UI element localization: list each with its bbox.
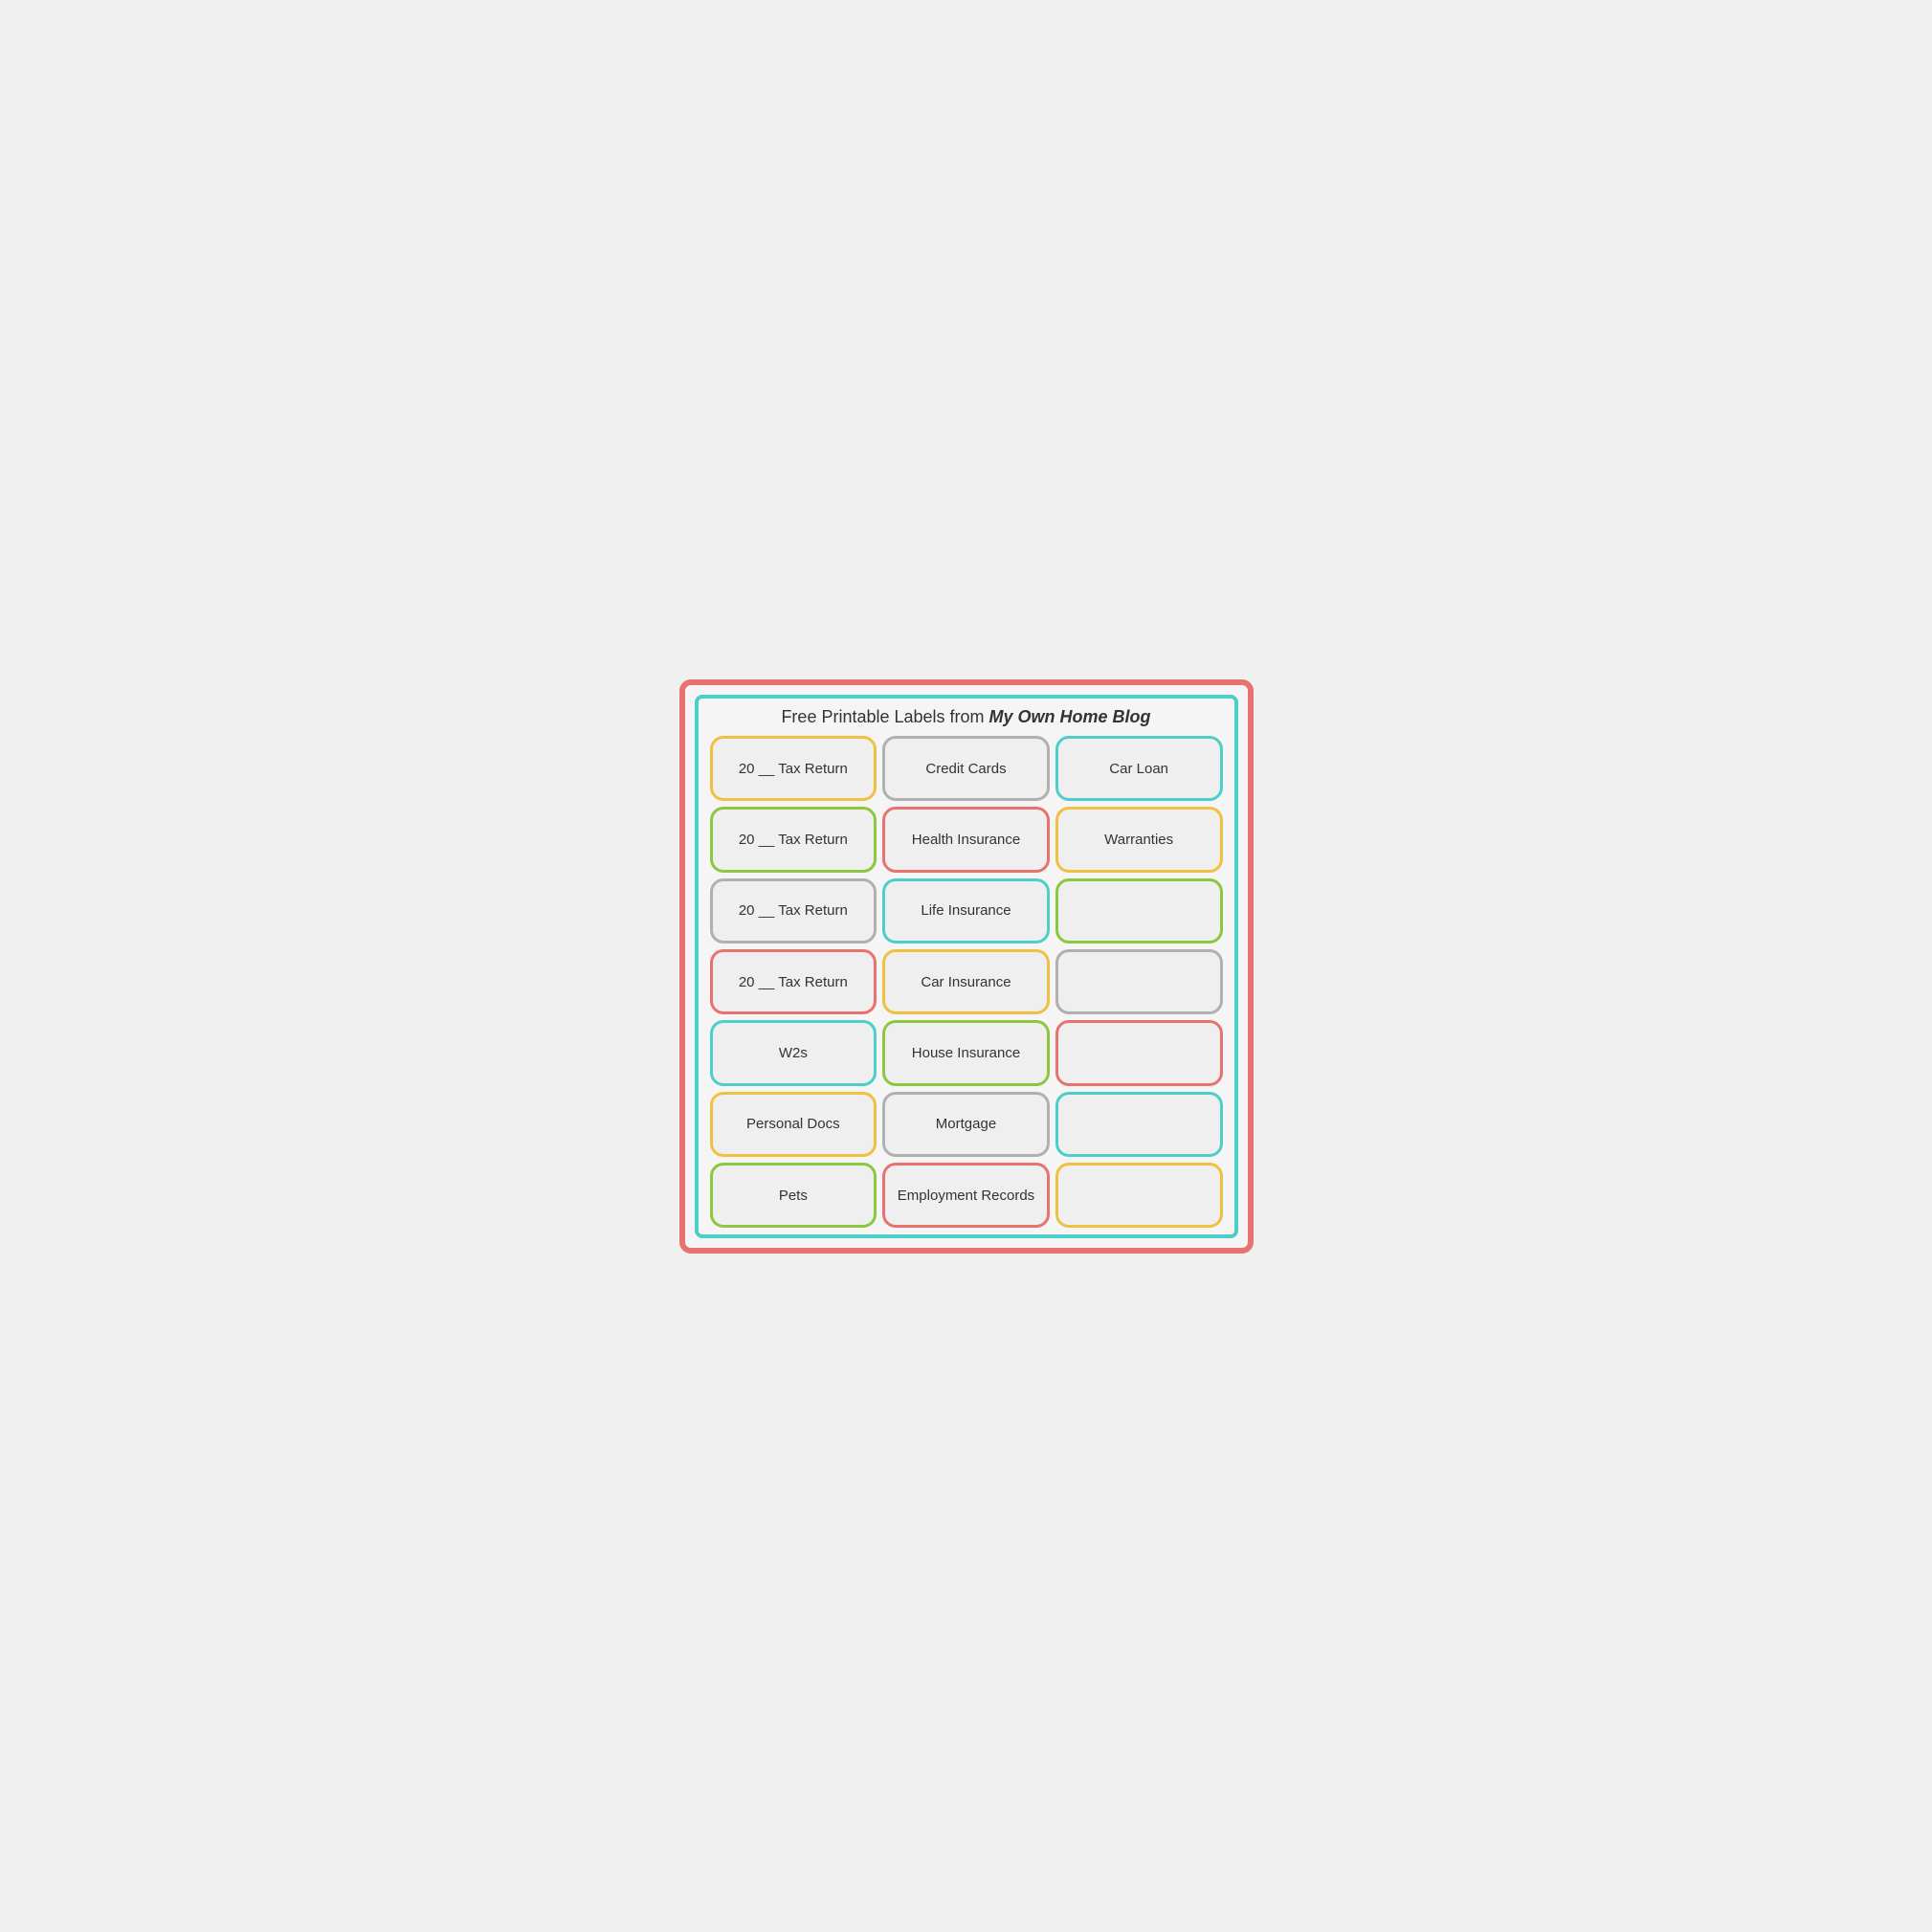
label-card: W2s (710, 1020, 877, 1085)
label-card: Life Insurance (882, 878, 1050, 944)
label-card (1055, 1092, 1223, 1157)
inner-border: Free Printable Labels from My Own Home B… (695, 695, 1238, 1238)
label-card: House Insurance (882, 1020, 1050, 1085)
page-title: Free Printable Labels from My Own Home B… (710, 706, 1223, 728)
page-container: Free Printable Labels from My Own Home B… (679, 679, 1254, 1254)
label-card (1055, 1020, 1223, 1085)
label-card: 20 __ Tax Return (710, 807, 877, 872)
title-prefix: Free Printable Labels from (781, 707, 988, 726)
label-card: 20 __ Tax Return (710, 949, 877, 1014)
label-card: Health Insurance (882, 807, 1050, 872)
label-card: 20 __ Tax Return (710, 736, 877, 801)
label-card: Credit Cards (882, 736, 1050, 801)
label-card: Pets (710, 1163, 877, 1228)
label-card: Warranties (1055, 807, 1223, 872)
label-card (1055, 1163, 1223, 1228)
label-card: Employment Records (882, 1163, 1050, 1228)
label-card: Personal Docs (710, 1092, 877, 1157)
label-card (1055, 878, 1223, 944)
label-card: Car Insurance (882, 949, 1050, 1014)
label-card: 20 __ Tax Return (710, 878, 877, 944)
label-card (1055, 949, 1223, 1014)
label-card: Mortgage (882, 1092, 1050, 1157)
label-card: Car Loan (1055, 736, 1223, 801)
title-brand: My Own Home Blog (989, 707, 1151, 726)
labels-grid: 20 __ Tax ReturnCredit CardsCar Loan20 _… (710, 736, 1223, 1229)
